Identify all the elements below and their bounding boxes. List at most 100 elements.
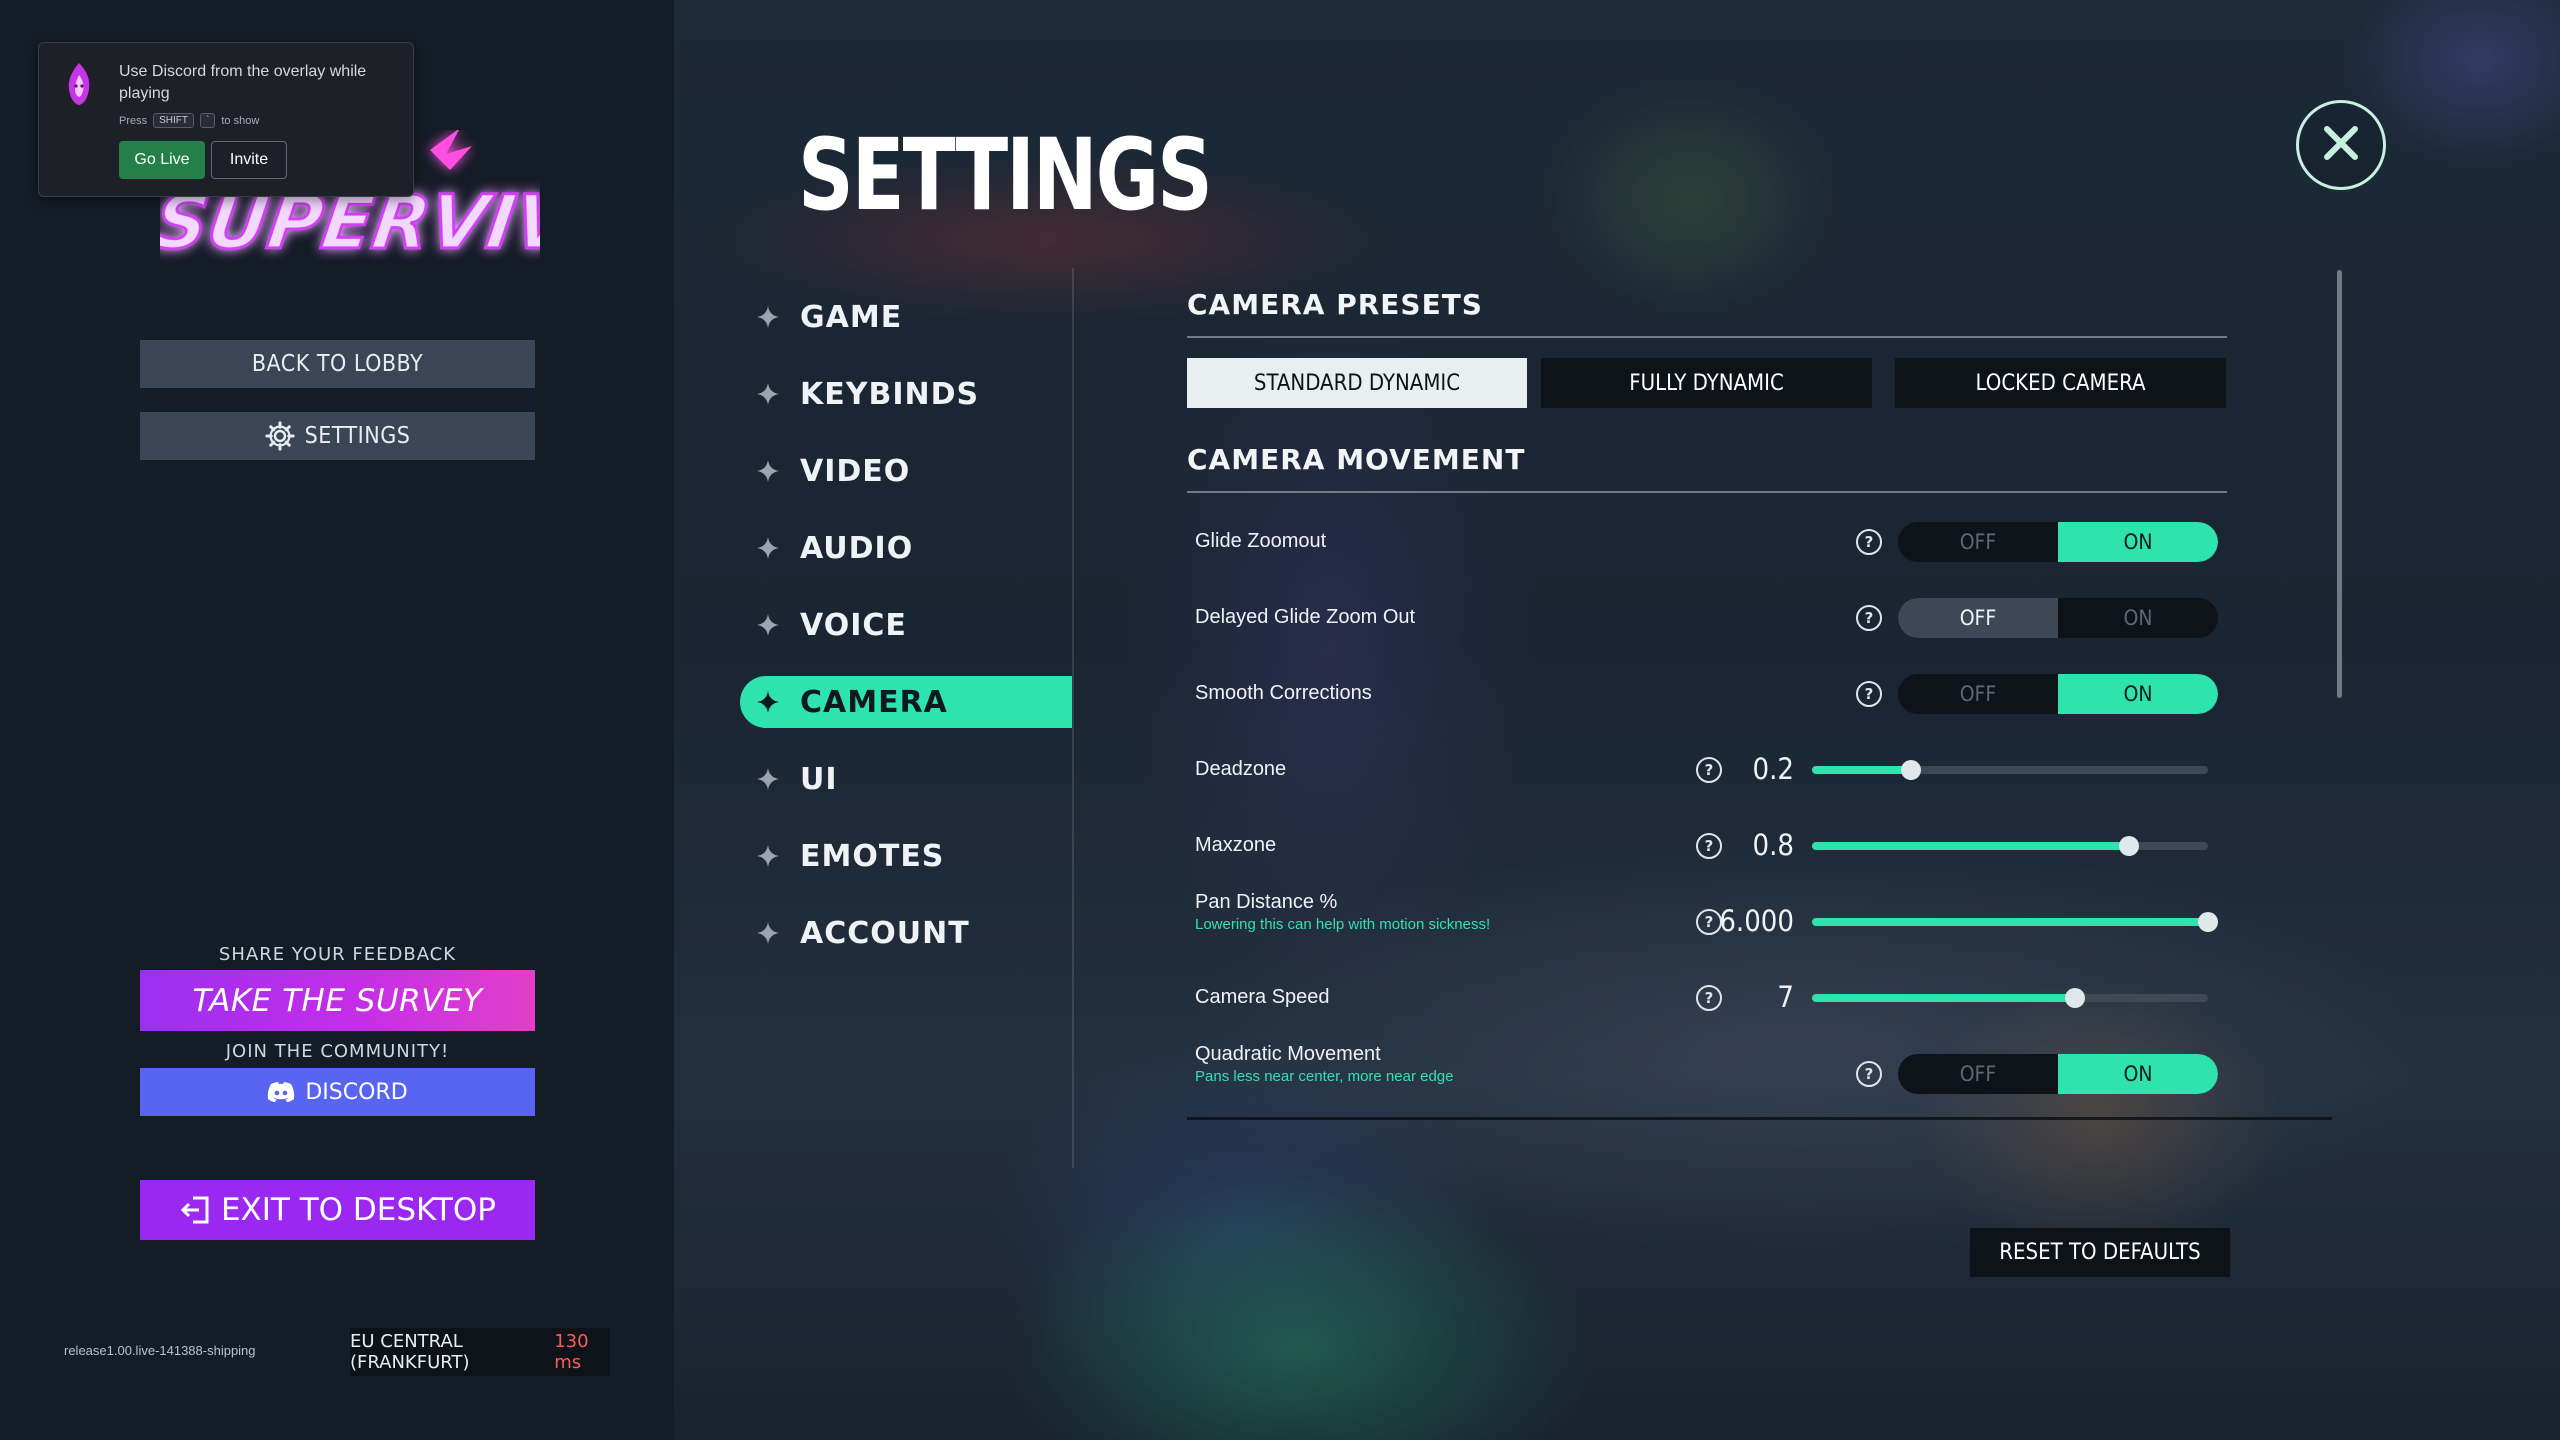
maxzone-value: 0.8 bbox=[1752, 828, 1794, 862]
discord-overlay-notification: Use Discord from the overlay while playi… bbox=[38, 42, 414, 197]
overlay-hint: Press SHIFT ` to show bbox=[119, 113, 259, 128]
deadzone-value: 0.2 bbox=[1752, 752, 1794, 786]
toggle-on-option[interactable]: ON bbox=[2058, 522, 2218, 562]
settings-button-label: SETTINGS bbox=[304, 423, 411, 449]
help-icon[interactable]: ? bbox=[1856, 1061, 1882, 1087]
discord-icon bbox=[267, 1081, 295, 1103]
discord-label: DISCORD bbox=[305, 1079, 408, 1105]
slider-fill bbox=[1812, 918, 2208, 926]
server-region-display[interactable]: EU CENTRAL (FRANKFURT) 130 ms bbox=[350, 1328, 610, 1376]
go-live-button[interactable]: Go Live bbox=[119, 141, 205, 179]
glide-zoomout-toggle[interactable]: OFF ON bbox=[1898, 522, 2218, 562]
slider-fill bbox=[1812, 994, 2076, 1002]
nav-divider bbox=[1072, 268, 1074, 1168]
sparkle-icon bbox=[740, 536, 796, 560]
slider-thumb[interactable] bbox=[2198, 912, 2218, 932]
camera-movement-heading: CAMERA MOVEMENT bbox=[1187, 443, 2227, 493]
sparkle-icon bbox=[740, 305, 796, 329]
help-icon[interactable]: ? bbox=[1856, 529, 1882, 555]
tab-account[interactable]: ACCOUNT bbox=[740, 907, 1072, 959]
camera-speed-value: 7 bbox=[1777, 980, 1794, 1014]
reset-to-defaults-button[interactable]: RESET TO DEFAULTS bbox=[1970, 1228, 2230, 1277]
pan-distance-sublabel: Lowering this can help with motion sickn… bbox=[1195, 916, 1491, 933]
tab-camera[interactable]: CAMERA bbox=[740, 676, 1072, 728]
smooth-corrections-label: Smooth Corrections bbox=[1195, 682, 1372, 704]
deadzone-slider[interactable] bbox=[1812, 760, 2208, 780]
tab-video[interactable]: VIDEO bbox=[740, 445, 1072, 497]
exit-label: EXIT TO DESKTOP bbox=[220, 1192, 497, 1228]
invite-button[interactable]: Invite bbox=[211, 141, 287, 179]
server-ping: 130 ms bbox=[554, 1331, 589, 1373]
help-icon[interactable]: ? bbox=[1856, 605, 1882, 631]
tab-game[interactable]: GAME bbox=[740, 291, 1072, 343]
discord-button[interactable]: DISCORD bbox=[140, 1068, 535, 1116]
close-icon bbox=[2319, 121, 2363, 170]
discord-overlay-icon bbox=[61, 61, 97, 112]
quadratic-movement-toggle[interactable]: OFF ON bbox=[1898, 1054, 2218, 1094]
preset-locked-camera-button[interactable]: LOCKED CAMERA bbox=[1895, 358, 2226, 408]
toggle-off-option[interactable]: OFF bbox=[1898, 674, 2058, 714]
preset-standard-dynamic-button[interactable]: STANDARD DYNAMIC bbox=[1187, 358, 1527, 408]
maxzone-slider[interactable] bbox=[1812, 836, 2208, 856]
tab-label: AUDIO bbox=[800, 530, 914, 566]
settings-scrollbar[interactable] bbox=[2337, 270, 2342, 698]
exit-icon bbox=[179, 1194, 211, 1226]
sparkle-icon bbox=[740, 690, 796, 714]
hint-key-backtick: ` bbox=[200, 113, 216, 128]
help-icon[interactable]: ? bbox=[1856, 681, 1882, 707]
toggle-on-option[interactable]: ON bbox=[2058, 1054, 2218, 1094]
pan-distance-value: 6.000 bbox=[1719, 904, 1794, 938]
close-settings-button[interactable] bbox=[2296, 100, 2386, 190]
tab-label: VIDEO bbox=[800, 453, 911, 489]
toggle-off-option[interactable]: OFF bbox=[1898, 522, 2058, 562]
tab-voice[interactable]: VOICE bbox=[740, 599, 1072, 651]
quadratic-movement-label: Quadratic Movement bbox=[1195, 1043, 1381, 1065]
toggle-on-option[interactable]: ON bbox=[2058, 674, 2218, 714]
tab-keybinds[interactable]: KEYBINDS bbox=[740, 368, 1072, 420]
settings-button[interactable]: SETTINGS bbox=[140, 412, 535, 460]
delayed-glide-zoom-out-label: Delayed Glide Zoom Out bbox=[1195, 606, 1416, 628]
sparkle-icon bbox=[740, 613, 796, 637]
tab-emotes[interactable]: EMOTES bbox=[740, 830, 1072, 882]
slider-thumb[interactable] bbox=[2118, 836, 2139, 856]
tab-audio[interactable]: AUDIO bbox=[740, 522, 1072, 574]
pan-distance-slider[interactable] bbox=[1812, 912, 2218, 932]
camera-speed-slider[interactable] bbox=[1812, 988, 2208, 1008]
take-survey-button[interactable]: TAKE THE SURVEY bbox=[140, 970, 535, 1031]
tab-label: KEYBINDS bbox=[800, 376, 980, 412]
sparkle-icon bbox=[740, 921, 796, 945]
maxzone-label: Maxzone bbox=[1195, 834, 1277, 856]
page-title: SETTINGS bbox=[798, 118, 1213, 233]
smooth-corrections-toggle[interactable]: OFF ON bbox=[1898, 674, 2218, 714]
tab-label: CAMERA bbox=[800, 684, 948, 720]
pan-distance-label: Pan Distance % bbox=[1195, 891, 1338, 913]
tab-ui[interactable]: UI bbox=[740, 753, 1072, 805]
sparkle-icon bbox=[740, 844, 796, 868]
back-to-lobby-button[interactable]: BACK TO LOBBY bbox=[140, 340, 535, 388]
tab-label: UI bbox=[800, 761, 838, 797]
build-version: release1.00.live-141388-shipping bbox=[64, 1343, 256, 1358]
toggle-off-option[interactable]: OFF bbox=[1898, 1054, 2058, 1094]
tab-label: ACCOUNT bbox=[800, 915, 970, 951]
slider-fill bbox=[1812, 766, 1911, 774]
server-name: EU CENTRAL (FRANKFURT) bbox=[350, 1331, 470, 1373]
deadzone-label: Deadzone bbox=[1195, 758, 1287, 780]
community-heading: JOIN THE COMMUNITY! bbox=[225, 1041, 450, 1062]
glide-zoomout-label: Glide Zoomout bbox=[1195, 530, 1327, 552]
left-menu-panel: SUPERVIVE BACK TO LOBBY SETTINGS SHARE Y… bbox=[0, 0, 674, 1440]
preset-fully-dynamic-button[interactable]: FULLY DYNAMIC bbox=[1541, 358, 1872, 408]
hint-key-shift: SHIFT bbox=[153, 113, 195, 128]
toggle-off-option[interactable]: OFF bbox=[1898, 598, 2058, 638]
overlay-message: Use Discord from the overlay while playi… bbox=[119, 63, 367, 102]
slider-thumb[interactable] bbox=[1901, 760, 1921, 780]
sparkle-icon bbox=[740, 382, 796, 406]
exit-to-desktop-button[interactable]: EXIT TO DESKTOP bbox=[140, 1180, 535, 1240]
tab-label: VOICE bbox=[800, 607, 907, 643]
delayed-glide-zoom-out-toggle[interactable]: OFF ON bbox=[1898, 598, 2218, 638]
sparkle-icon bbox=[740, 459, 796, 483]
toggle-on-option[interactable]: ON bbox=[2058, 598, 2218, 638]
reset-label: RESET TO DEFAULTS bbox=[1999, 1240, 2201, 1265]
hint-prefix: Press bbox=[119, 114, 148, 127]
survey-label: TAKE THE SURVEY bbox=[192, 982, 483, 1019]
quadratic-movement-sublabel: Pans less near center, more near edge bbox=[1195, 1068, 1454, 1085]
